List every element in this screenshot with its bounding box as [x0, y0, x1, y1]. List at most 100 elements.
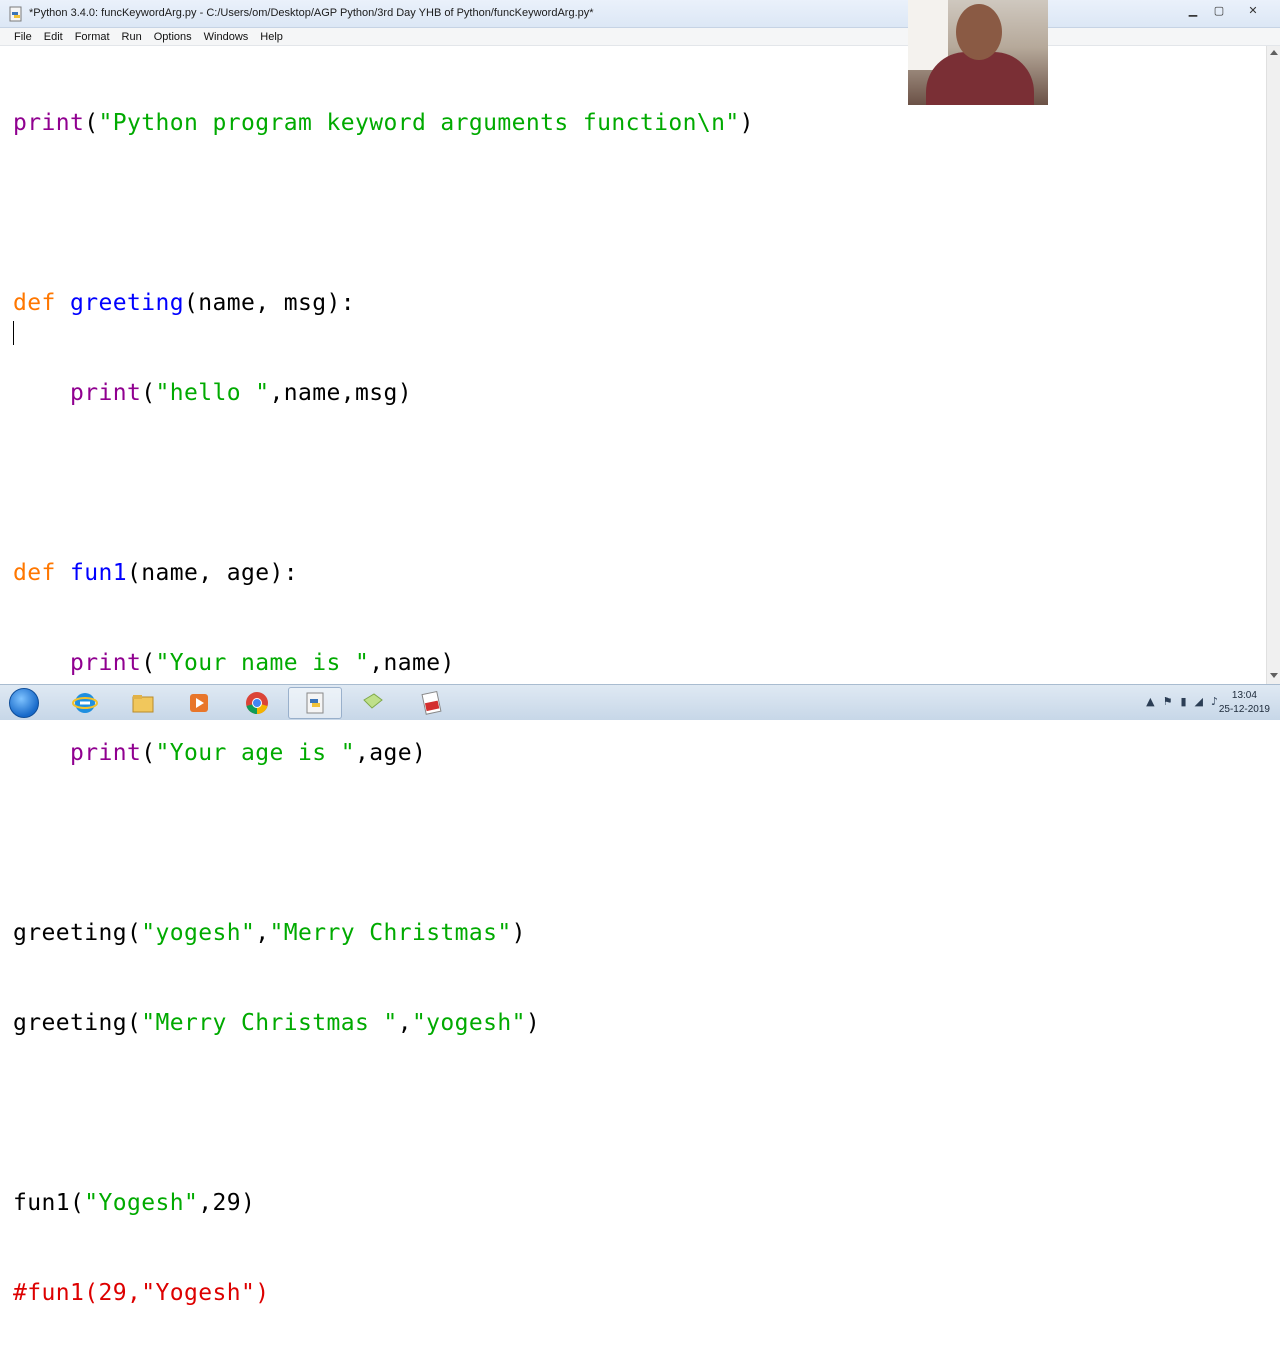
tray-action-center-icon[interactable]: ⚑	[1163, 695, 1173, 708]
pdf-icon	[421, 690, 442, 715]
taskbar-pdf[interactable]	[404, 687, 458, 719]
code-line: print("Your age is ",age)	[13, 738, 754, 768]
token-punct: )	[511, 920, 526, 946]
token-punct: )	[525, 1010, 541, 1036]
token-text: ,name)	[369, 650, 455, 676]
menu-windows[interactable]: Windows	[204, 31, 249, 43]
taskbar-media-player[interactable]	[172, 687, 226, 719]
token-punct: )	[739, 110, 754, 136]
code-line: print("hello ",name,msg)	[13, 378, 754, 408]
start-button[interactable]	[4, 687, 44, 719]
token-string: "Merry Christmas "	[141, 1010, 398, 1036]
menu-help[interactable]: Help	[260, 31, 283, 43]
token-punct: ,	[255, 920, 270, 946]
token-string: "Python program keyword arguments functi…	[98, 110, 740, 136]
chrome-icon	[246, 692, 268, 714]
token-punct: ,	[397, 1010, 412, 1036]
menu-options[interactable]: Options	[154, 31, 192, 43]
code-line: greeting("Merry Christmas ","yogesh")	[13, 1008, 754, 1038]
code-editor[interactable]: print("Python program keyword arguments …	[0, 46, 1266, 1306]
code-line: def greeting(name, msg):	[13, 288, 754, 318]
python-idle-icon	[9, 6, 22, 22]
token-builtin: print	[13, 110, 85, 136]
menu-edit[interactable]: Edit	[44, 31, 63, 43]
token-string: "hello "	[155, 380, 270, 406]
token-string: "Your name is "	[155, 650, 370, 676]
token-builtin: print	[70, 650, 142, 676]
menu-bar: File Edit Format Run Options Windows Hel…	[0, 28, 1280, 46]
token-text: ,name,msg)	[269, 380, 412, 406]
taskbar-chrome[interactable]	[230, 687, 284, 719]
token-punct: (	[141, 380, 156, 406]
scroll-up-icon[interactable]	[1270, 50, 1278, 55]
vertical-scrollbar[interactable]	[1266, 46, 1280, 684]
token-text: (name, age):	[127, 560, 298, 586]
clock-date: 25-12-2019	[1218, 704, 1270, 715]
taskbar-notes[interactable]	[346, 687, 400, 719]
folder-icon	[132, 695, 154, 713]
taskbar-python-idle[interactable]	[288, 687, 342, 719]
code-line: greeting("yogesh","Merry Christmas")	[13, 918, 754, 948]
token-punct: (	[84, 110, 99, 136]
tray-expand-icon[interactable]: ▲	[1146, 695, 1154, 708]
notes-icon	[363, 693, 383, 709]
taskbar-internet-explorer[interactable]	[58, 687, 112, 719]
token-string: "Your age is "	[155, 740, 355, 766]
code-line: fun1("Yogesh",29)	[13, 1188, 754, 1218]
webcam-person-face	[956, 4, 1002, 60]
code-line: print("Python program keyword arguments …	[13, 108, 754, 138]
minimize-button[interactable]: ▁	[1180, 2, 1206, 18]
clock-time: 13:04	[1231, 690, 1257, 701]
scroll-down-icon[interactable]	[1270, 673, 1278, 678]
token-text: ,29)	[198, 1190, 256, 1216]
token-keyword: def	[13, 560, 56, 586]
internet-explorer-icon	[72, 693, 98, 713]
tray-signal-icon[interactable]: ◢	[1195, 695, 1203, 708]
menu-format[interactable]: Format	[75, 31, 110, 43]
token-text: greeting(	[13, 1010, 142, 1036]
token-builtin: print	[70, 380, 142, 406]
close-button[interactable]: ✕	[1232, 2, 1274, 18]
text-caret	[13, 321, 14, 345]
taskbar-clock[interactable]: 13:04 25-12-2019	[1219, 689, 1270, 717]
token-def-name: greeting	[70, 290, 184, 316]
token-comment: #fun1(29,"Yogesh")	[13, 1280, 270, 1306]
window-titlebar[interactable]: *Python 3.4.0: funcKeywordArg.py - C:/Us…	[0, 0, 1280, 28]
code-line: print("Your name is ",name)	[13, 648, 754, 678]
taskbar-file-explorer[interactable]	[116, 687, 170, 719]
code-line: def fun1(name, age):	[13, 558, 754, 588]
token-builtin: print	[70, 740, 142, 766]
token-punct: (	[141, 650, 156, 676]
menu-run[interactable]: Run	[122, 31, 142, 43]
tray-volume-icon[interactable]: ♪	[1211, 695, 1218, 708]
python-icon	[306, 692, 324, 714]
code-line: #fun1(29,"Yogesh")	[13, 1278, 754, 1308]
token-string: "Merry Christmas"	[269, 920, 512, 946]
system-tray: ▲ ⚑ ▮ ◢ ♪	[1146, 695, 1218, 708]
taskbar: ▲ ⚑ ▮ ◢ ♪ 13:04 25-12-2019	[0, 684, 1280, 720]
token-string: "yogesh"	[411, 1010, 526, 1036]
token-text: greeting(	[13, 920, 142, 946]
token-keyword: def	[13, 290, 56, 316]
token-text: (name, msg):	[183, 290, 355, 316]
token-def-name: fun1	[70, 560, 127, 586]
token-string: "Yogesh"	[84, 1190, 199, 1216]
token-text: fun1(	[13, 1190, 85, 1216]
windows-logo-icon	[9, 688, 39, 718]
tray-network-icon[interactable]: ▮	[1180, 695, 1186, 708]
webcam-overlay	[908, 0, 1048, 105]
media-player-icon	[190, 694, 208, 712]
maximize-button[interactable]: ▢	[1206, 2, 1232, 18]
token-string: "yogesh"	[141, 920, 256, 946]
menu-file[interactable]: File	[14, 31, 32, 43]
token-text: ,age)	[354, 740, 427, 766]
